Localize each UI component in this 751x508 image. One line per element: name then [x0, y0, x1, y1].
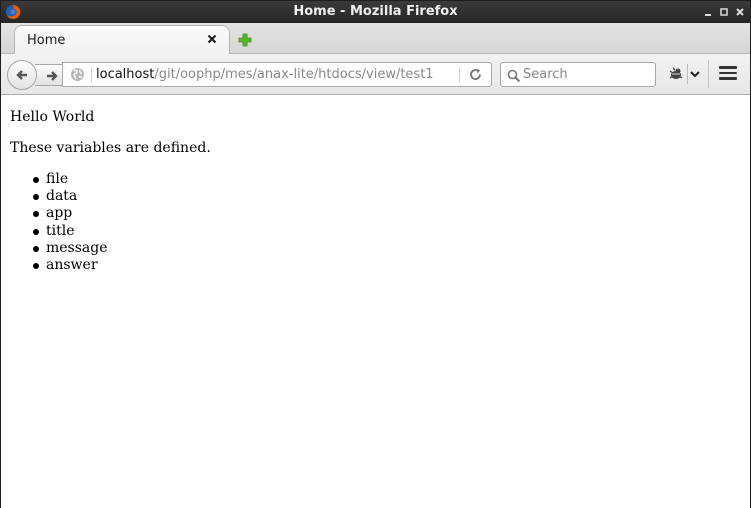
list-item: message — [33, 239, 108, 256]
title-bar[interactable]: Home - Mozilla Firefox — [1, 1, 750, 23]
list-item: data — [33, 188, 108, 205]
list-item: answer — [33, 257, 108, 274]
back-button[interactable] — [7, 60, 37, 90]
tab-strip: Home — [1, 23, 750, 55]
url-host: localhost — [96, 67, 155, 82]
intro-text: These variables are defined. — [10, 140, 211, 156]
arrow-right-icon — [44, 68, 60, 88]
url-path: /git/oophp/mes/anax-lite/htdocs/view/tes… — [154, 67, 434, 82]
minimize-icon[interactable] — [701, 5, 715, 19]
list-item: title — [33, 223, 108, 240]
navigation-bar: localhost/git/oophp/mes/anax-lite/htdocs… — [1, 54, 750, 95]
close-icon[interactable] — [205, 32, 219, 46]
divider — [708, 60, 709, 88]
globe-icon[interactable] — [70, 67, 85, 82]
search-bar[interactable] — [500, 62, 656, 87]
browser-window: Home - Mozilla Firefox Home localhost/gi… — [0, 0, 751, 508]
tab-home[interactable]: Home — [14, 25, 230, 55]
search-input[interactable] — [523, 65, 651, 84]
bug-icon[interactable] — [667, 66, 685, 82]
page-content: Hello World These variables are defined.… — [1, 96, 750, 508]
arrow-left-icon — [14, 67, 30, 87]
url-text[interactable]: localhost/git/oophp/mes/anax-lite/htdocs… — [96, 67, 434, 82]
list-item: file — [33, 171, 108, 188]
forward-button[interactable] — [35, 64, 65, 86]
reload-icon[interactable] — [468, 67, 483, 82]
hamburger-icon[interactable] — [719, 66, 737, 82]
maximize-icon[interactable] — [717, 5, 731, 19]
back-forward-group — [7, 60, 65, 90]
url-bar[interactable]: localhost/git/oophp/mes/anax-lite/htdocs… — [62, 62, 492, 87]
tab-label: Home — [27, 33, 66, 48]
plus-icon[interactable] — [237, 32, 253, 48]
list-item: app — [33, 205, 108, 222]
greeting-text: Hello World — [10, 109, 95, 125]
divider — [459, 67, 460, 82]
close-icon[interactable] — [733, 5, 747, 19]
variables-list: file data app title message answer — [33, 171, 108, 274]
window-title: Home - Mozilla Firefox — [293, 4, 458, 19]
divider — [91, 67, 92, 82]
search-icon[interactable] — [507, 68, 521, 83]
chevron-down-icon[interactable] — [687, 64, 701, 84]
